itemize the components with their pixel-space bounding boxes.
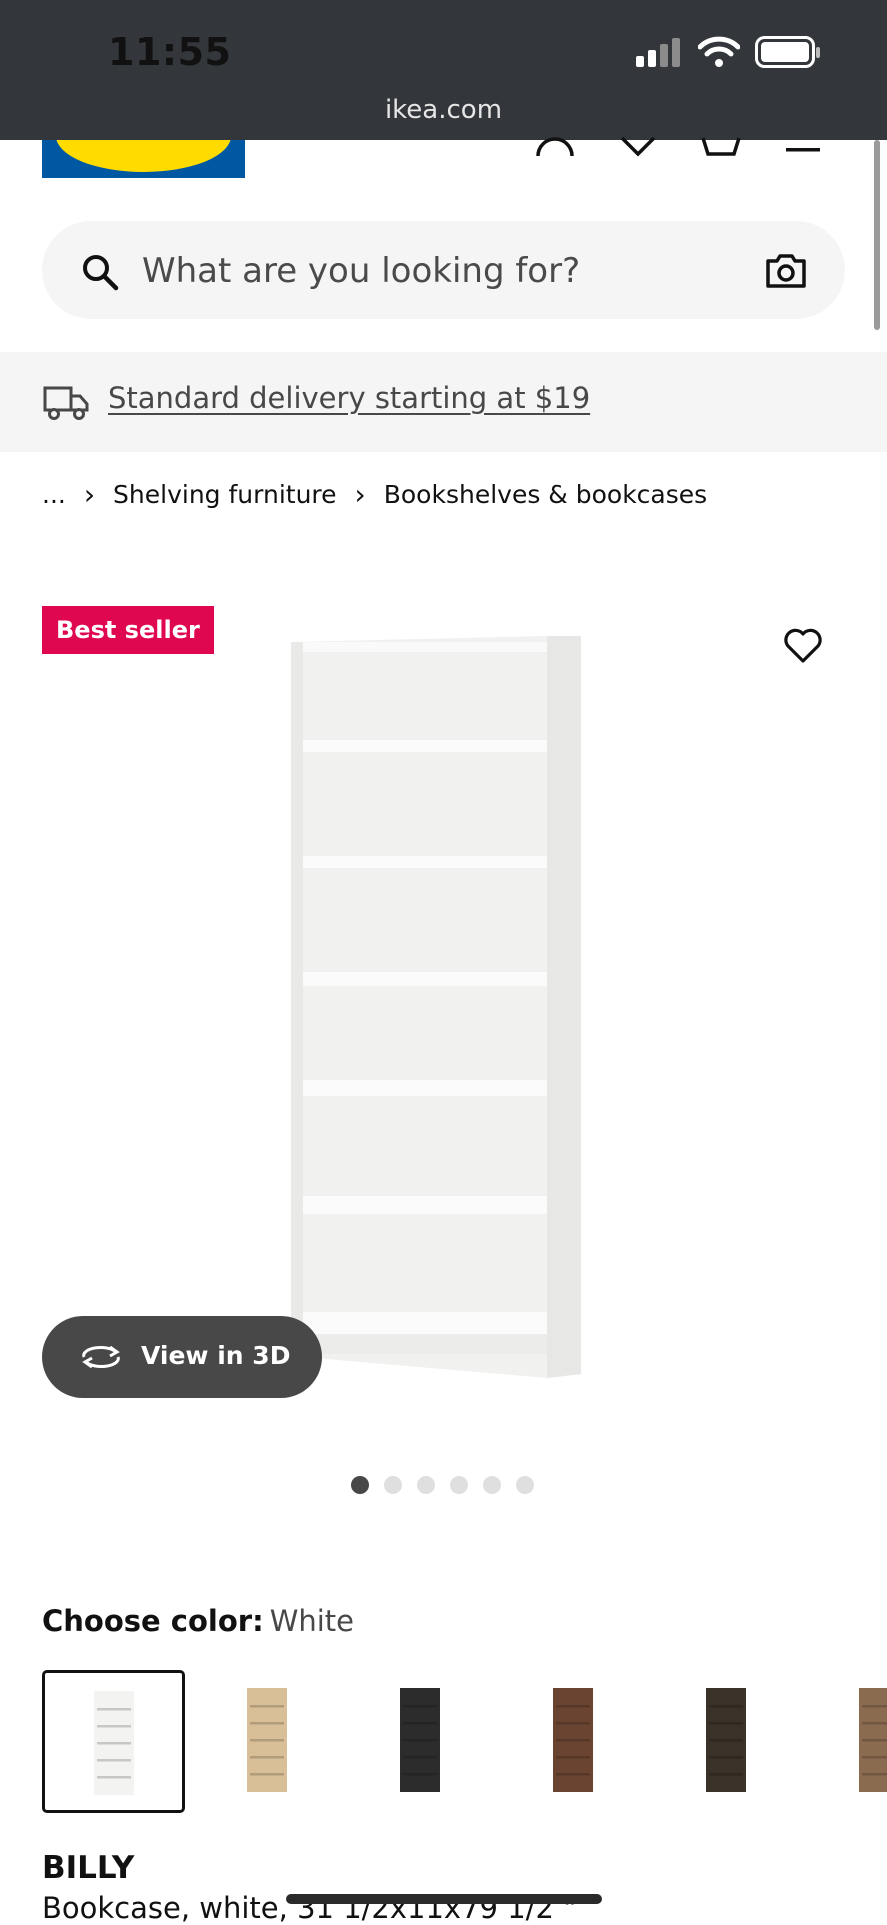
carousel-dot-3[interactable] — [417, 1476, 435, 1494]
ikea-logo[interactable] — [42, 140, 245, 178]
product-name: BILLY — [42, 1850, 134, 1886]
wifi-icon — [698, 36, 740, 68]
color-swatch-white[interactable] — [42, 1670, 185, 1813]
search-icon[interactable] — [80, 252, 120, 292]
breadcrumb-ellipsis[interactable]: ... — [42, 480, 66, 509]
carousel-dot-4[interactable] — [450, 1476, 468, 1494]
color-swatch-oak[interactable] — [195, 1670, 338, 1813]
rotate-3d-icon — [78, 1341, 124, 1373]
swatch-bookcase-thumbnail — [247, 1688, 287, 1792]
delivery-link[interactable]: Standard delivery starting at $19 — [108, 381, 590, 415]
breadcrumb-item-bookshelves[interactable]: Bookshelves & bookcases — [384, 480, 707, 509]
carousel-dot-5[interactable] — [483, 1476, 501, 1494]
swatch-bookcase-thumbnail — [400, 1688, 440, 1792]
swatch-bookcase-thumbnail — [706, 1688, 746, 1792]
swatch-bookcase-thumbnail — [94, 1691, 134, 1795]
selected-color-value: White — [270, 1604, 354, 1638]
cart-icon[interactable] — [700, 136, 742, 158]
truck-icon — [42, 382, 90, 422]
view-in-3d-label: View in 3D — [141, 1341, 290, 1370]
chevron-right-icon: › — [84, 478, 95, 511]
choose-color-label: Choose color: — [42, 1604, 264, 1638]
color-swatch-walnut[interactable] — [501, 1670, 644, 1813]
color-swatch-black[interactable] — [348, 1670, 491, 1813]
scrollbar[interactable] — [874, 140, 880, 330]
swatch-bookcase-thumbnail — [553, 1688, 593, 1792]
cellular-signal-icon — [636, 38, 684, 68]
color-swatch-dark-brown[interactable] — [654, 1670, 797, 1813]
chevron-right-icon: › — [355, 478, 366, 511]
search-input[interactable] — [140, 245, 744, 297]
status-time: 11:55 — [108, 30, 231, 74]
account-icon[interactable] — [535, 130, 575, 158]
product-image[interactable] — [285, 630, 585, 1390]
color-swatches — [42, 1670, 887, 1815]
heart-icon[interactable] — [783, 628, 823, 664]
battery-icon — [755, 36, 821, 70]
color-chooser-heading: Choose color:White — [42, 1604, 354, 1638]
swatch-bookcase-thumbnail — [859, 1688, 887, 1792]
carousel-dots — [351, 1476, 534, 1494]
breadcrumb: ... › Shelving furniture › Bookshelves &… — [42, 478, 707, 511]
color-swatch-partial[interactable] — [807, 1670, 887, 1813]
url-bar[interactable]: ikea.com — [0, 95, 887, 125]
camera-icon[interactable] — [765, 252, 807, 290]
breadcrumb-item-shelving-furniture[interactable]: Shelving furniture — [113, 480, 336, 509]
best-seller-badge: Best seller — [42, 606, 214, 654]
menu-icon[interactable] — [786, 145, 820, 155]
carousel-dot-6[interactable] — [516, 1476, 534, 1494]
carousel-dot-1[interactable] — [351, 1476, 369, 1494]
home-indicator[interactable] — [286, 1894, 602, 1904]
carousel-dot-2[interactable] — [384, 1476, 402, 1494]
favorites-icon[interactable] — [620, 136, 656, 158]
